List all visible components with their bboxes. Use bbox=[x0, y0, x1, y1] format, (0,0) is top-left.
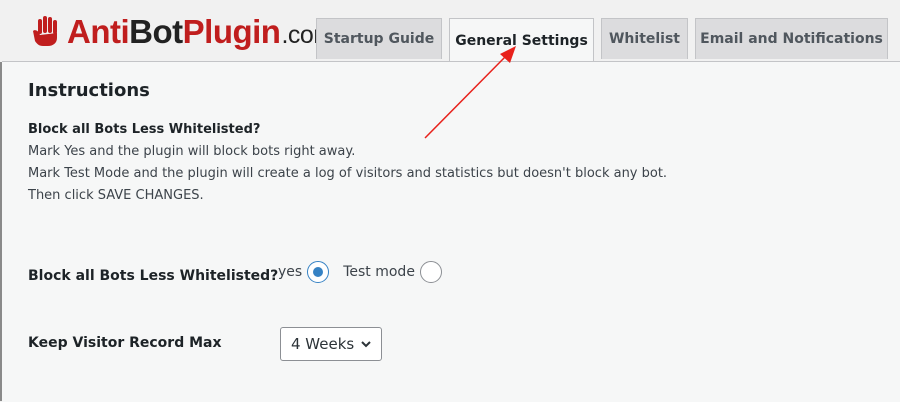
instructions-title: Instructions bbox=[28, 80, 150, 101]
instructions-line: Then click SAVE CHANGES. bbox=[28, 188, 204, 203]
radio-yes-label[interactable]: yes bbox=[278, 264, 302, 280]
instructions-question: Block all Bots Less Whitelisted? bbox=[28, 122, 261, 137]
instructions-line: Mark Yes and the plugin will block bots … bbox=[28, 144, 356, 159]
header-bar: AntiBotPlugin.com Startup Guide General … bbox=[0, 0, 900, 62]
settings-panel: Instructions Block all Bots Less Whiteli… bbox=[2, 61, 900, 402]
radio-test-mode-label[interactable]: Test mode bbox=[343, 264, 415, 280]
settings-tabs: Startup Guide General Settings Whitelist… bbox=[316, 18, 888, 62]
logo-text-bot: Bot bbox=[129, 12, 183, 50]
block-bots-label: Block all Bots Less Whitelisted? bbox=[28, 268, 279, 284]
antibotplugin-logo: AntiBotPlugin.com bbox=[30, 11, 334, 51]
select-value: 4 Weeks bbox=[291, 335, 355, 353]
instructions-line: Mark Test Mode and the plugin will creat… bbox=[28, 166, 668, 181]
keep-visitor-record-select[interactable]: 4 Weeks bbox=[280, 327, 382, 361]
block-bots-radio-group: yes Test mode bbox=[278, 261, 456, 283]
raised-hand-icon bbox=[33, 16, 57, 46]
radio-test-mode[interactable] bbox=[419, 261, 442, 283]
tab-startup-guide[interactable]: Startup Guide bbox=[316, 18, 442, 59]
tab-email-notifications[interactable]: Email and Notifications bbox=[695, 18, 888, 59]
keep-visitor-record-label: Keep Visitor Record Max bbox=[28, 335, 222, 351]
chevron-down-icon bbox=[361, 341, 371, 348]
tab-whitelist[interactable]: Whitelist bbox=[601, 18, 688, 59]
logo-text-plugin: Plugin bbox=[182, 12, 281, 50]
tab-general-settings[interactable]: General Settings bbox=[449, 18, 594, 62]
logo-text-anti: Anti bbox=[67, 12, 130, 50]
radio-selected-dot bbox=[313, 267, 324, 277]
radio-yes[interactable] bbox=[307, 261, 330, 283]
logo-wordmark: AntiBotPlugin.com bbox=[67, 15, 334, 48]
